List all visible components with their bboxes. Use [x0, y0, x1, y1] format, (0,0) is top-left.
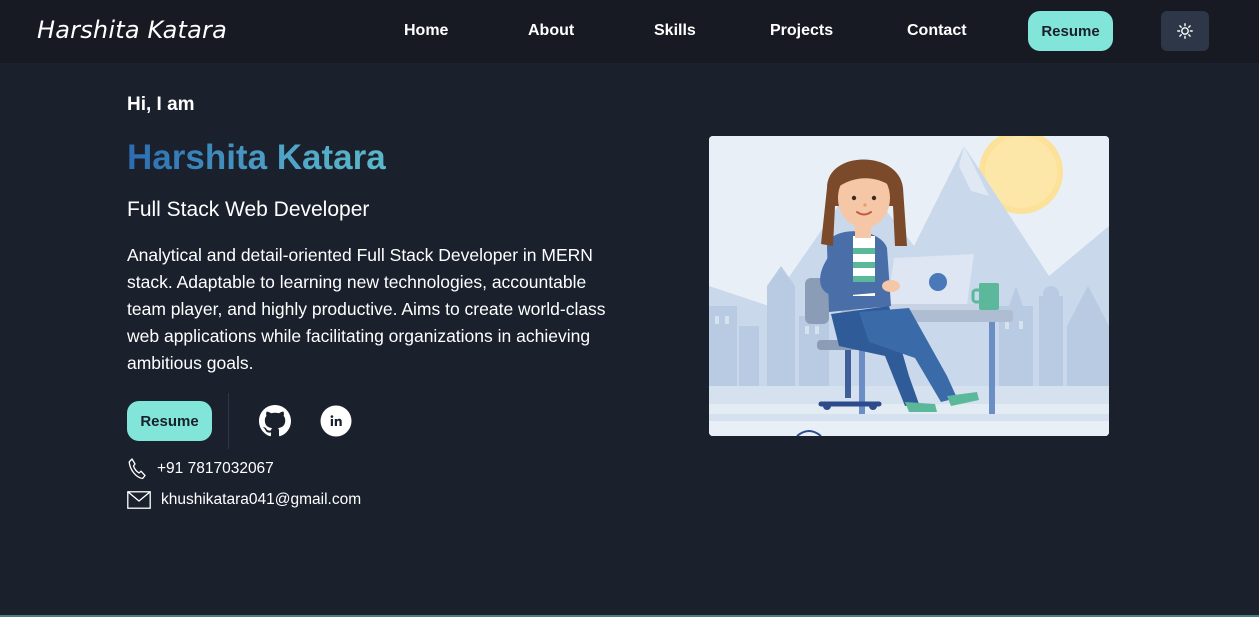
mail-icon [127, 491, 151, 509]
phone-row: +91 7817032067 [127, 457, 274, 481]
email-row: khushikatara041@gmail.com [127, 491, 361, 509]
nav-contact[interactable]: Contact [907, 22, 967, 40]
theme-toggle-button[interactable] [1161, 11, 1209, 51]
linkedin-link[interactable] [320, 405, 352, 437]
greeting-text: Hi, I am [127, 94, 195, 115]
github-icon [259, 405, 291, 437]
hero-resume-button[interactable]: Resume [127, 401, 212, 441]
navbar: Harshita Katara Home About Skills Projec… [0, 0, 1259, 63]
github-link[interactable] [259, 405, 291, 437]
hero-name: Harshita Katara [127, 138, 386, 177]
hero-illustration [709, 136, 1109, 436]
linkedin-icon [320, 405, 352, 437]
brand-logo[interactable]: Harshita Katara [37, 16, 227, 44]
nav-about[interactable]: About [528, 22, 574, 40]
email-address[interactable]: khushikatara041@gmail.com [161, 491, 361, 509]
nav-skills[interactable]: Skills [654, 22, 696, 40]
hero-role: Full Stack Web Developer [127, 198, 370, 221]
nav-projects[interactable]: Projects [770, 22, 833, 40]
nav-resume-button[interactable]: Resume [1028, 11, 1113, 51]
developer-at-desk-illustration [709, 136, 1109, 436]
button-divider [228, 393, 229, 449]
nav-home[interactable]: Home [404, 22, 448, 40]
phone-icon [128, 458, 146, 480]
phone-number[interactable]: +91 7817032067 [157, 460, 274, 478]
sun-icon [1177, 23, 1193, 39]
hero-bio: Analytical and detail-oriented Full Stac… [127, 245, 606, 373]
